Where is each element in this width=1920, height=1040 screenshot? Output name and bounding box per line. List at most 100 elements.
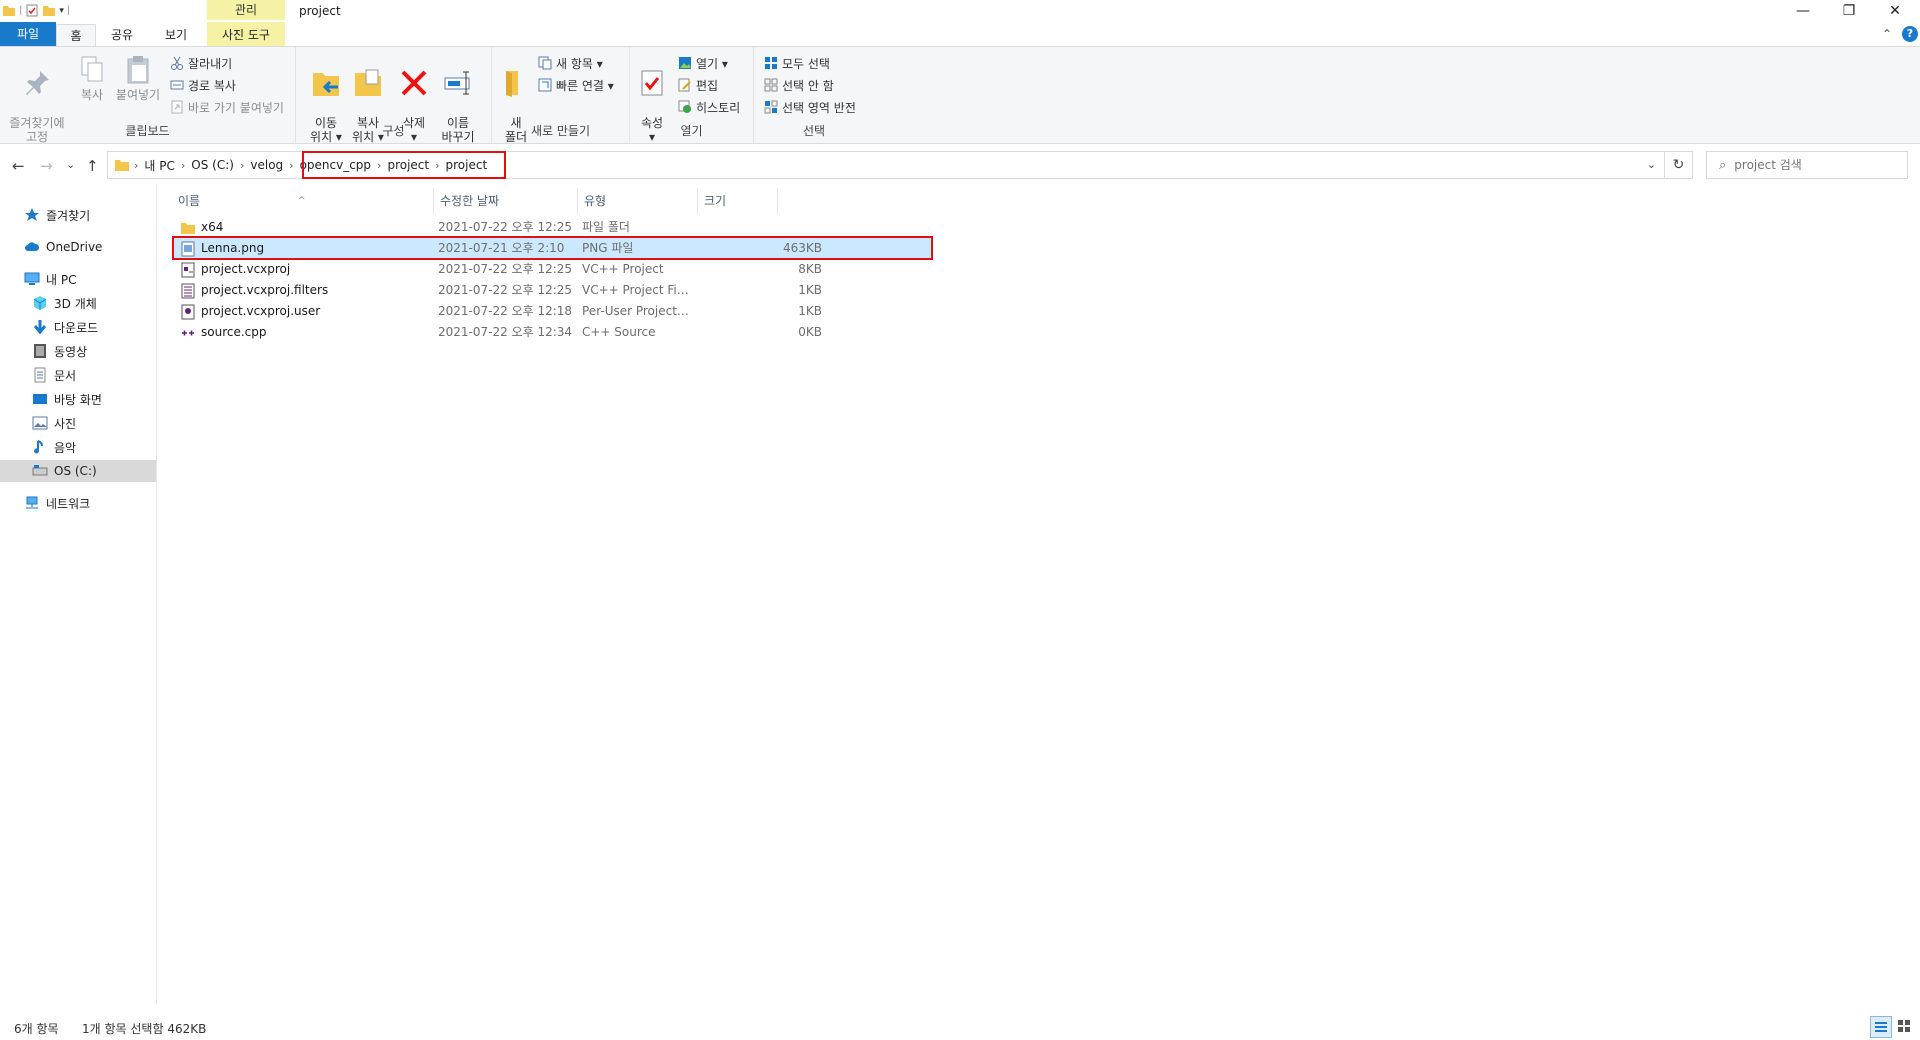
quick-access-toolbar: | ▾ | (2, 3, 70, 18)
invert-selection-label: 선택 영역 반전 (782, 100, 856, 115)
navigation-pane: 즐겨찾기 OneDrive 내 PC 3D 개체 다운로드 동영상 문서 바탕 … (0, 184, 157, 1004)
breadcrumb-os-c[interactable]: OS (C:) (185, 158, 240, 172)
new-item-icon (538, 56, 552, 70)
selected-row-highlight-box (172, 236, 933, 260)
ribbon: 즐겨찾기에 고정 복사 붙여넣기 잘라내기 경로 복사 바로 가기 붙여넣기 클… (0, 46, 1920, 144)
restore-button[interactable]: ❐ (1826, 0, 1872, 22)
breadcrumb-velog[interactable]: velog (244, 158, 289, 172)
copy-label: 복사 (80, 88, 104, 102)
sidebar-item-documents[interactable]: 문서 (0, 364, 156, 386)
sidebar-item-videos[interactable]: 동영상 (0, 340, 156, 362)
open-group-label: 열기 (680, 124, 703, 138)
file-name-cell: source.cpp (180, 322, 430, 343)
help-icon[interactable]: ? (1902, 26, 1918, 42)
file-row-source-cpp[interactable]: source.cpp 2021-07-22 오후 12:34 C++ Sourc… (172, 322, 932, 343)
document-icon (34, 367, 46, 383)
file-row-project-vcxproj[interactable]: project.vcxproj 2021-07-22 오후 12:25 VC++… (172, 259, 932, 280)
new-folder-icon[interactable] (42, 3, 56, 18)
close-button[interactable]: ✕ (1872, 0, 1918, 22)
file-size: 8KB (798, 262, 822, 276)
minimize-button[interactable]: — (1780, 0, 1826, 22)
file-name: project.vcxproj (201, 262, 291, 276)
sidebar-item-music[interactable]: 음악 (0, 436, 156, 458)
address-dropdown-icon[interactable]: ⌄ (1647, 158, 1656, 171)
sidebar-item-pictures[interactable]: 사진 (0, 412, 156, 434)
file-type: VC++ Project (582, 262, 664, 276)
copy-button[interactable]: 복사 (74, 53, 110, 102)
tab-file[interactable]: 파일 (0, 22, 56, 46)
up-button[interactable]: ↑ (86, 157, 99, 175)
search-box[interactable]: ⌕ (1706, 151, 1908, 179)
easy-access-icon (538, 78, 552, 92)
sidebar-item-3d-objects[interactable]: 3D 개체 (0, 292, 156, 314)
edit-button[interactable]: 편집 (678, 75, 718, 95)
paste-button[interactable]: 붙여넣기 (114, 53, 162, 102)
select-all-button[interactable]: 모두 선택 (764, 53, 830, 73)
file-name: source.cpp (201, 325, 267, 339)
sidebar-item-desktop[interactable]: 바탕 화면 (0, 388, 156, 410)
properties-icon (641, 70, 663, 96)
file-date: 2021-07-22 오후 12:25 (438, 220, 573, 234)
sidebar-item-os-c[interactable]: OS (C:) (0, 460, 156, 482)
sidebar-item-onedrive[interactable]: OneDrive (0, 236, 156, 258)
file-row-project-vcxproj-filters[interactable]: project.vcxproj.filters 2021-07-22 오후 12… (172, 280, 932, 301)
toolbar-separator: | (66, 5, 71, 16)
sidebar-item-quick-access[interactable]: 즐겨찾기 (0, 204, 156, 226)
tab-picture-tools[interactable]: 사진 도구 (207, 22, 285, 46)
file-row-project-vcxproj-user[interactable]: project.vcxproj.user 2021-07-22 오후 12:18… (172, 301, 932, 322)
sidebar-item-downloads[interactable]: 다운로드 (0, 316, 156, 338)
folder-icon (181, 222, 195, 234)
file-name-cell: project.vcxproj.filters (180, 280, 430, 301)
edit-label: 편집 (696, 78, 719, 93)
folder-icon (115, 160, 129, 171)
tab-home[interactable]: 홈 (56, 24, 96, 46)
open-image-icon (679, 57, 691, 69)
file-row-x64[interactable]: x64 2021-07-22 오후 12:25 파일 폴더 (172, 217, 932, 238)
tab-view[interactable]: 보기 (155, 24, 197, 46)
column-header-label: 크기 (704, 194, 727, 208)
properties-icon[interactable] (25, 3, 39, 18)
history-button[interactable]: 히스토리 (678, 97, 740, 117)
address-bar[interactable]: › 내 PC › OS (C:) › velog › opencv_cpp › … (107, 151, 1665, 179)
customize-toolbar-icon[interactable]: ▾ (59, 6, 64, 16)
cut-button[interactable]: 잘라내기 (170, 53, 232, 73)
open-button[interactable]: 열기 ▾ (678, 53, 728, 73)
ribbon-help-area: ⌃ ? (1882, 26, 1920, 42)
easy-access-button[interactable]: 빠른 연결 ▾ (538, 75, 614, 95)
column-header-date[interactable]: 수정한 날짜 (434, 188, 578, 214)
copy-path-button[interactable]: 경로 복사 (170, 75, 236, 95)
column-header-name[interactable]: 이름 ^ (158, 188, 434, 214)
search-input[interactable] (1734, 158, 1895, 172)
back-button[interactable]: ← (12, 157, 25, 175)
cloud-icon (25, 242, 40, 251)
invert-selection-button[interactable]: 선택 영역 반전 (764, 97, 856, 117)
paste-shortcut-button[interactable]: 바로 가기 붙여넣기 (170, 97, 284, 117)
new-item-button[interactable]: 새 항목 ▾ (538, 53, 603, 73)
sidebar-item-label: 3D 개체 (54, 296, 97, 311)
edit-icon (678, 78, 691, 92)
history-label: 히스토리 (696, 100, 741, 115)
large-icons-view-button[interactable] (1894, 1016, 1916, 1038)
column-header-label: 수정한 날짜 (440, 194, 500, 208)
collapse-ribbon-icon[interactable]: ⌃ (1882, 27, 1892, 41)
breadcrumb-my-pc[interactable]: 내 PC (138, 157, 180, 174)
sidebar-item-my-pc[interactable]: 내 PC (0, 268, 156, 290)
select-none-button[interactable]: 선택 안 함 (764, 75, 834, 95)
cube-icon (33, 296, 47, 310)
music-icon (34, 440, 43, 454)
column-header-type[interactable]: 유형 (578, 188, 698, 214)
file-name-cell: x64 (180, 217, 430, 238)
sidebar-item-network[interactable]: 네트워크 (0, 492, 156, 514)
select-group: 모두 선택 선택 안 함 선택 영역 반전 선택 (754, 47, 874, 143)
details-view-button[interactable] (1870, 1016, 1892, 1038)
refresh-button[interactable]: ↻ (1665, 151, 1693, 179)
tab-share[interactable]: 공유 (102, 24, 142, 46)
column-header-size[interactable]: 크기 (698, 188, 778, 214)
breadcrumb-highlight-box (302, 151, 506, 179)
title-bar: | ▾ | 관리 project — ❐ ✕ (0, 0, 1920, 22)
delete-icon (401, 70, 427, 96)
recent-locations-button[interactable]: ⌄ (66, 158, 75, 171)
folder-icon[interactable] (2, 3, 16, 18)
pin-icon (26, 71, 49, 95)
forward-button[interactable]: → (40, 157, 53, 175)
